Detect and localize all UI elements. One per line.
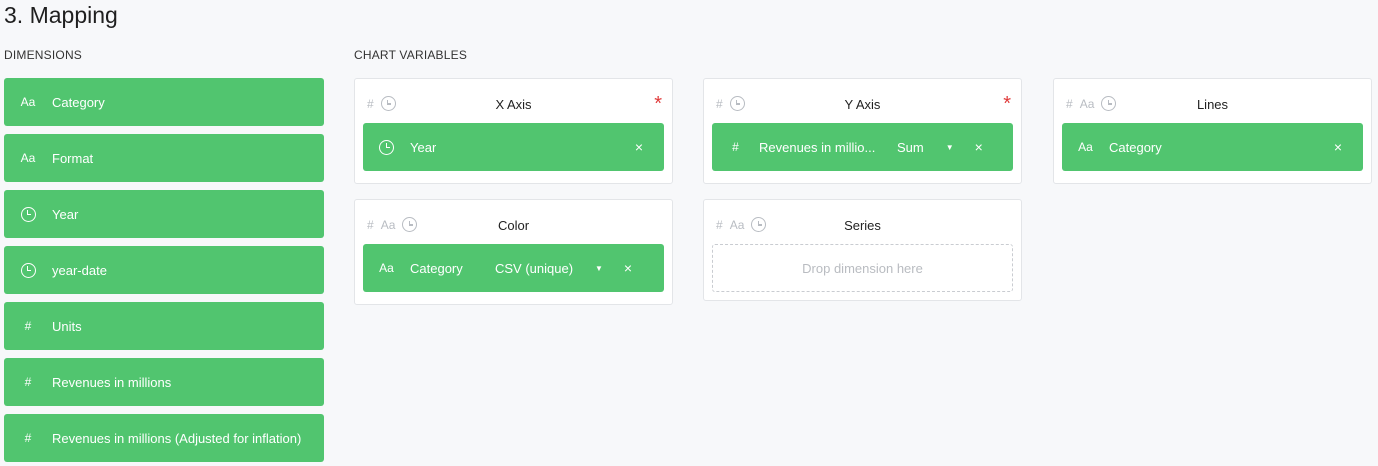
lines-variable-card: # Aa Lines Aa Category ×: [1053, 78, 1372, 184]
mapped-dimension-label: Revenues in millio...: [759, 139, 876, 155]
x-axis-variable-card: # X Axis * Year ×: [354, 78, 673, 184]
drop-zone[interactable]: Drop dimension here: [712, 244, 1013, 292]
string-type-icon: Aa: [1078, 140, 1093, 154]
dimension-item-category[interactable]: Aa Category: [4, 78, 324, 126]
remove-icon[interactable]: ×: [614, 139, 664, 155]
dimension-label: Revenues in millions (Adjusted for infla…: [52, 430, 302, 446]
caret-down-icon: ▼: [595, 263, 603, 273]
aggregation-dropdown[interactable]: CSV (unique) ▼: [495, 261, 603, 276]
mapped-dimension-category[interactable]: Aa Category ×: [1062, 123, 1363, 171]
dimension-label: Units: [52, 318, 82, 334]
mapped-dimension-label: Category: [410, 260, 463, 276]
dimensions-heading: DIMENSIONS: [4, 48, 83, 62]
mapped-dimension-label: Year: [410, 139, 437, 155]
variable-title: X Axis: [495, 97, 532, 112]
aggregation-dropdown[interactable]: Sum ▼: [897, 140, 954, 155]
mapped-dimension-revenues[interactable]: # Revenues in millio... Sum ▼ ×: [712, 123, 1013, 171]
remove-icon[interactable]: ×: [954, 139, 1004, 155]
dimensions-list: Aa Category Aa Format Year year-date # U…: [4, 78, 324, 466]
dimension-label: Category: [52, 94, 105, 110]
string-type-icon: Aa: [20, 151, 36, 165]
chart-variables-heading: CHART VARIABLES: [354, 48, 468, 62]
clock-icon: [20, 262, 36, 278]
y-axis-variable-card: # Y Axis * # Revenues in millio... Sum ▼…: [703, 78, 1022, 184]
required-asterisk-icon: *: [654, 93, 662, 115]
variable-title: Y Axis: [844, 97, 881, 112]
aggregation-value: Sum: [897, 139, 924, 155]
dimension-item-revenues[interactable]: # Revenues in millions: [4, 358, 324, 406]
caret-down-icon: ▼: [945, 142, 954, 152]
variable-title: Lines: [1196, 97, 1229, 112]
variable-title: Series: [844, 218, 881, 233]
series-variable-card: # Aa Series Drop dimension here: [703, 199, 1022, 301]
number-type-icon: #: [732, 140, 739, 154]
page-title: 3. Mapping: [4, 2, 118, 28]
dimension-label: Format: [52, 150, 94, 166]
number-type-icon: #: [24, 319, 32, 333]
dimension-label: Year: [52, 206, 79, 222]
aggregation-value: CSV (unique): [495, 260, 574, 276]
dimension-item-units[interactable]: # Units: [4, 302, 324, 350]
dimension-item-revenues-adjusted[interactable]: # Revenues in millions (Adjusted for inf…: [4, 414, 324, 462]
mapped-dimension-year[interactable]: Year ×: [363, 123, 664, 171]
required-asterisk-icon: *: [1003, 93, 1011, 115]
dimension-item-year-date[interactable]: year-date: [4, 246, 324, 294]
dimension-label: Revenues in millions: [52, 374, 172, 390]
number-type-icon: #: [24, 431, 32, 445]
string-type-icon: Aa: [20, 95, 36, 109]
dimension-item-format[interactable]: Aa Format: [4, 134, 324, 182]
mapped-dimension-category[interactable]: Aa Category CSV (unique) ▼ ×: [363, 244, 664, 292]
remove-icon[interactable]: ×: [603, 260, 653, 276]
mapped-dimension-label: Category: [1109, 139, 1162, 155]
dimension-item-year[interactable]: Year: [4, 190, 324, 238]
variable-title: Color: [497, 218, 530, 233]
number-type-icon: #: [24, 375, 32, 389]
string-type-icon: Aa: [379, 261, 394, 275]
clock-icon: [20, 206, 36, 222]
clock-icon: [379, 139, 394, 155]
remove-icon[interactable]: ×: [1313, 139, 1363, 155]
color-variable-card: # Aa Color Aa Category CSV (unique) ▼ ×: [354, 199, 673, 305]
dimension-label: year-date: [52, 262, 107, 278]
